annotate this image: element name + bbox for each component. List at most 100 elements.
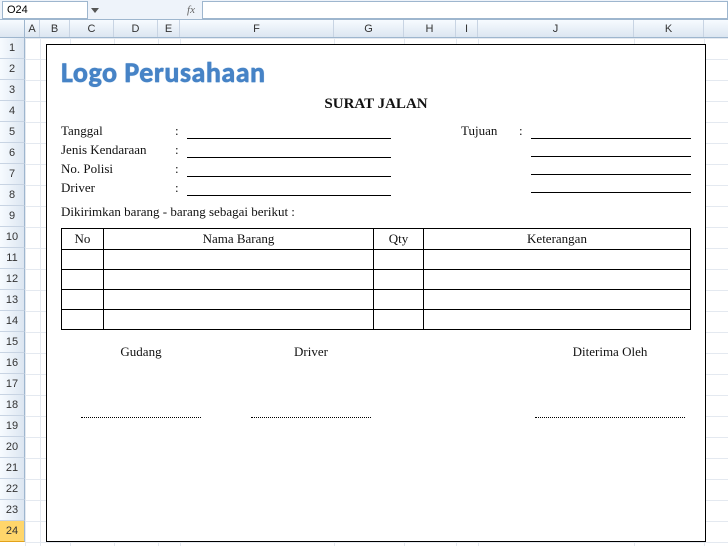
cell-ket[interactable] <box>424 250 691 270</box>
row-header-10[interactable]: 10 <box>0 227 25 248</box>
tujuan-value-line[interactable] <box>531 160 691 175</box>
row-header-18[interactable]: 18 <box>0 395 25 416</box>
col-header-A[interactable]: A <box>25 20 40 37</box>
row-header-23[interactable]: 23 <box>0 500 25 521</box>
row-header-1[interactable]: 1 <box>0 38 25 59</box>
field-colon: : <box>175 161 181 177</box>
row-header-17[interactable]: 17 <box>0 374 25 395</box>
name-box[interactable]: O24 <box>2 1 88 19</box>
tujuan-colon: : <box>519 123 525 139</box>
tujuan-row-2 <box>461 160 691 175</box>
sig-gudang-label: Gudang <box>81 344 201 360</box>
field-colon: : <box>175 142 181 158</box>
signatures-row: Gudang Driver Diterima Oleh <box>61 344 691 418</box>
column-headers: ABCDEFGHIJK <box>0 20 728 38</box>
sig-diterima-line <box>535 360 685 418</box>
fx-icon[interactable]: fx <box>182 4 200 16</box>
row-header-20[interactable]: 20 <box>0 437 25 458</box>
row-header-14[interactable]: 14 <box>0 311 25 332</box>
tujuan-row-3 <box>461 178 691 193</box>
signature-gudang: Gudang <box>81 344 201 418</box>
row-header-2[interactable]: 2 <box>0 59 25 80</box>
row-header-3[interactable]: 3 <box>0 80 25 101</box>
tujuan-value-line[interactable] <box>531 142 691 157</box>
table-row <box>62 310 691 330</box>
col-header-E[interactable]: E <box>158 20 180 37</box>
col-header-I[interactable]: I <box>456 20 478 37</box>
field-value-line[interactable] <box>187 181 391 196</box>
cell-ket[interactable] <box>424 270 691 290</box>
signature-diterima: Diterima Oleh <box>535 344 685 418</box>
col-header-H[interactable]: H <box>404 20 456 37</box>
cell-no[interactable] <box>62 270 104 290</box>
field-value-line[interactable] <box>187 162 391 177</box>
field-value-line[interactable] <box>187 143 391 158</box>
sig-driver-label: Driver <box>251 344 371 360</box>
col-header-B[interactable]: B <box>40 20 70 37</box>
cell-qty[interactable] <box>374 250 424 270</box>
cell-no[interactable] <box>62 290 104 310</box>
items-table: No Nama Barang Qty Keterangan <box>61 228 691 330</box>
company-logo-text: Logo Perusahaan <box>61 55 691 90</box>
cell-nama[interactable] <box>104 250 374 270</box>
field-row-3: Driver: <box>61 180 391 196</box>
field-label: Jenis Kendaraan <box>61 142 169 158</box>
col-header-K[interactable]: K <box>634 20 704 37</box>
cell-ket[interactable] <box>424 290 691 310</box>
cell-nama[interactable] <box>104 290 374 310</box>
col-header-C[interactable]: C <box>70 20 114 37</box>
row-header-4[interactable]: 4 <box>0 101 25 122</box>
row-header-24[interactable]: 24 <box>0 521 25 542</box>
cells-area[interactable]: adh-excel Logo Perusahaan SURAT JALAN Ta… <box>25 38 728 546</box>
col-header-D[interactable]: D <box>114 20 158 37</box>
header-fields: Tanggal:Jenis Kendaraan:No. Polisi:Drive… <box>61 123 691 196</box>
row-header-13[interactable]: 13 <box>0 290 25 311</box>
formula-bar-row: O24 fx <box>0 0 728 20</box>
intro-text: Dikirimkan barang - barang sebagai berik… <box>61 204 691 220</box>
tujuan-value-line[interactable] <box>531 124 691 139</box>
row-header-22[interactable]: 22 <box>0 479 25 500</box>
th-ket: Keterangan <box>424 229 691 250</box>
table-row <box>62 250 691 270</box>
row-header-19[interactable]: 19 <box>0 416 25 437</box>
row-header-11[interactable]: 11 <box>0 248 25 269</box>
cell-qty[interactable] <box>374 310 424 330</box>
table-row <box>62 290 691 310</box>
row-header-15[interactable]: 15 <box>0 332 25 353</box>
row-header-8[interactable]: 8 <box>0 185 25 206</box>
row-header-6[interactable]: 6 <box>0 143 25 164</box>
field-value-line[interactable] <box>187 124 391 139</box>
col-header-G[interactable]: G <box>334 20 404 37</box>
row-header-5[interactable]: 5 <box>0 122 25 143</box>
cell-nama[interactable] <box>104 310 374 330</box>
table-row <box>62 270 691 290</box>
name-box-value: O24 <box>7 4 28 16</box>
formula-bar[interactable] <box>202 1 728 19</box>
row-header-16[interactable]: 16 <box>0 353 25 374</box>
row-header-12[interactable]: 12 <box>0 269 25 290</box>
tujuan-row-0: Tujuan: <box>461 123 691 139</box>
cell-qty[interactable] <box>374 270 424 290</box>
name-box-dropdown[interactable] <box>88 1 102 19</box>
cell-ket[interactable] <box>424 310 691 330</box>
row-header-7[interactable]: 7 <box>0 164 25 185</box>
col-header-J[interactable]: J <box>478 20 634 37</box>
cell-no[interactable] <box>62 310 104 330</box>
select-all-corner[interactable] <box>0 20 25 37</box>
field-label: No. Polisi <box>61 161 169 177</box>
col-header-F[interactable]: F <box>180 20 334 37</box>
field-row-1: Jenis Kendaraan: <box>61 142 391 158</box>
field-label: Tanggal <box>61 123 169 139</box>
sig-driver-line <box>251 360 371 418</box>
th-nama: Nama Barang <box>104 229 374 250</box>
row-header-9[interactable]: 9 <box>0 206 25 227</box>
tujuan-label: Tujuan <box>461 123 513 139</box>
field-colon: : <box>175 123 181 139</box>
tujuan-value-line[interactable] <box>531 178 691 193</box>
cell-no[interactable] <box>62 250 104 270</box>
field-row-2: No. Polisi: <box>61 161 391 177</box>
cell-nama[interactable] <box>104 270 374 290</box>
row-header-21[interactable]: 21 <box>0 458 25 479</box>
cell-qty[interactable] <box>374 290 424 310</box>
document-title: SURAT JALAN <box>61 96 691 113</box>
